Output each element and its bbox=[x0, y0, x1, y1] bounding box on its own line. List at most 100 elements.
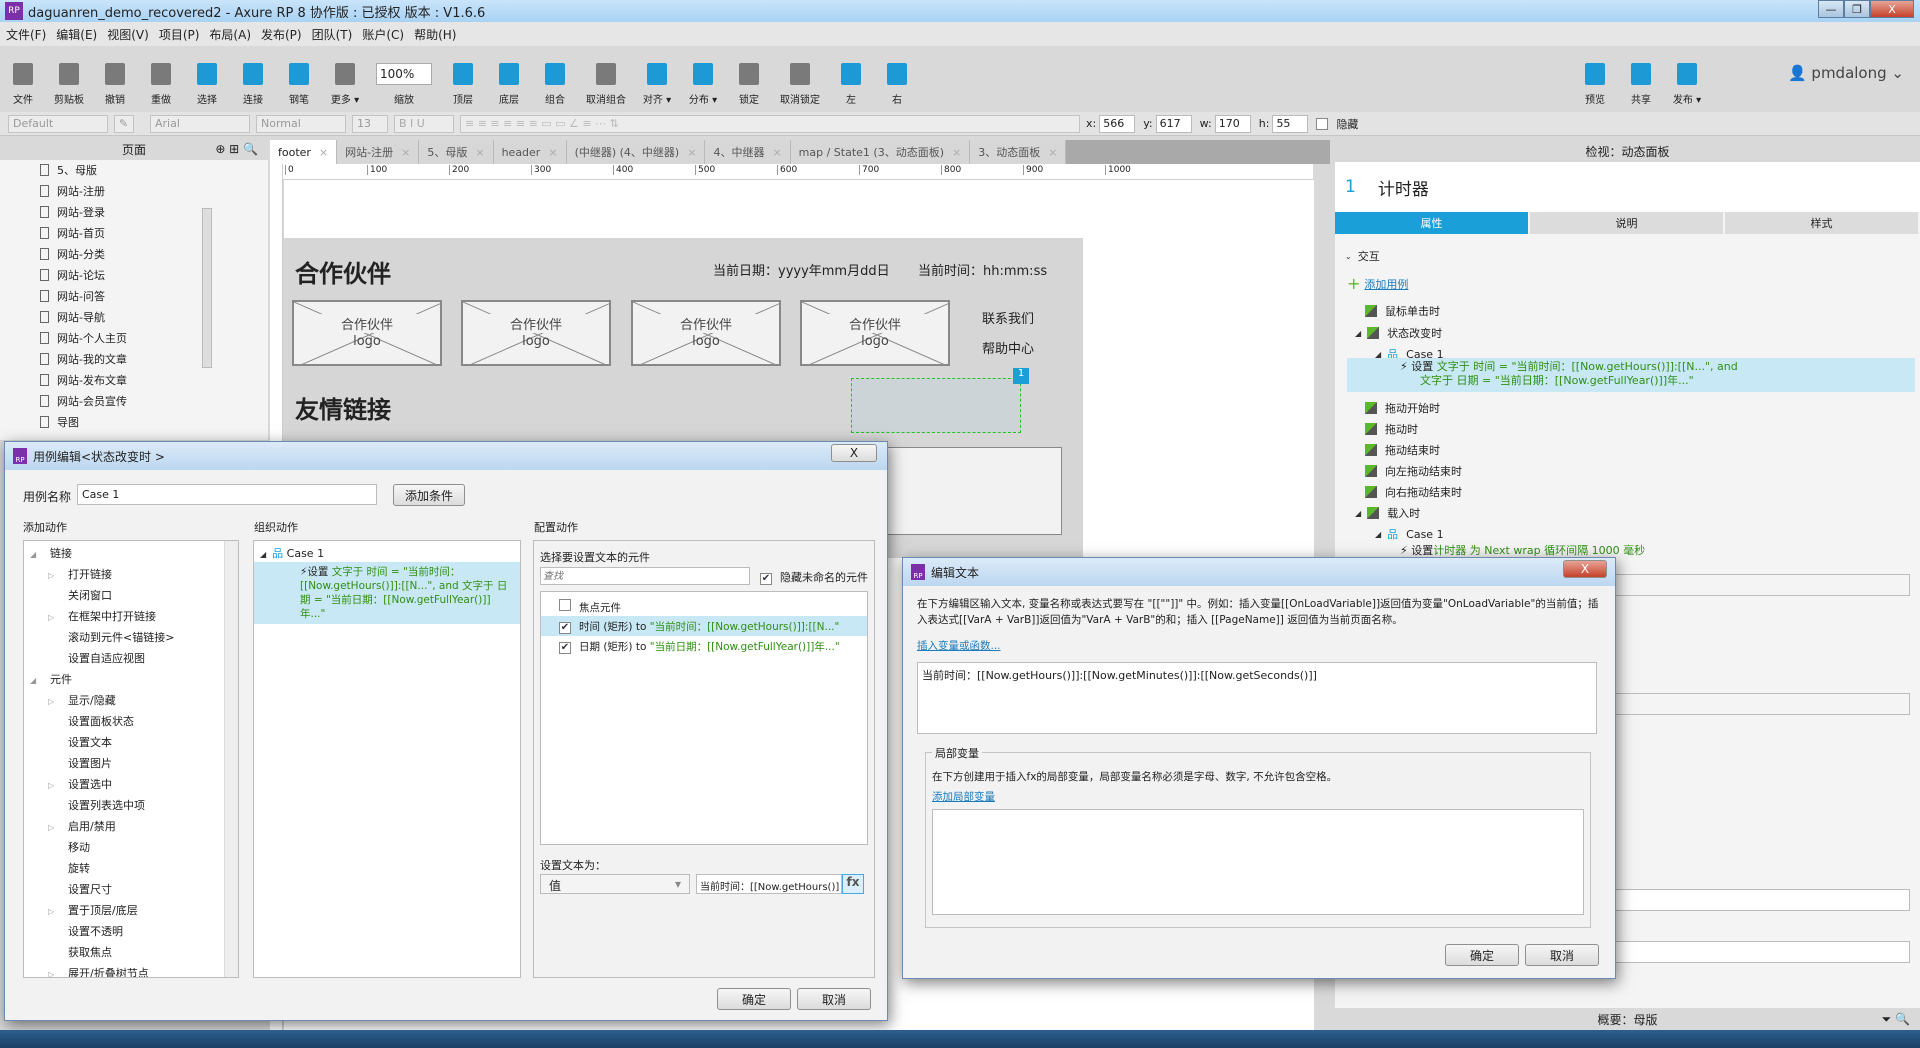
widget-name-row[interactable]: 1 计时器 bbox=[1335, 162, 1920, 212]
widget-item[interactable]: ✔ 日期 (矩形) to "当前日期：[[Now.getFullYear()]]年… bbox=[541, 636, 867, 656]
image-placeholder[interactable] bbox=[870, 447, 1062, 535]
insert-variable-link[interactable]: 插入变量或函数... bbox=[917, 638, 1001, 653]
font-weight-select[interactable]: Normal bbox=[256, 114, 346, 133]
style-select[interactable]: Default bbox=[8, 114, 108, 133]
hidden-checkbox[interactable] bbox=[1316, 117, 1329, 130]
page-item[interactable]: 5、母版 bbox=[40, 162, 97, 178]
action-tree-item[interactable]: 设置图片 bbox=[48, 755, 112, 771]
toolbar-button[interactable]: 发布 ▾ bbox=[1672, 63, 1702, 106]
action-set-panel[interactable]: ⚡ 设置 计时器 为 Next wrap 循环间隔 1000 毫秒 bbox=[1400, 542, 1645, 558]
zoom-select[interactable]: 100% bbox=[376, 63, 432, 85]
action-tree-item[interactable]: 移动 bbox=[48, 839, 90, 855]
action-tree-item[interactable]: 设置列表选中项 bbox=[48, 797, 145, 813]
close-tab-icon[interactable]: × bbox=[401, 146, 410, 159]
close-tab-icon[interactable]: × bbox=[1048, 146, 1057, 159]
partner-logo-placeholder[interactable]: 合作伙伴 logo bbox=[292, 300, 442, 366]
inspector-tab[interactable]: 样式 bbox=[1725, 212, 1918, 234]
action-tree-item[interactable]: ◢ 元件 bbox=[30, 671, 72, 687]
y-input[interactable]: 617 bbox=[1155, 114, 1192, 133]
event-item[interactable]: ◢ 载入时 bbox=[1355, 505, 1420, 521]
widget-item[interactable]: 焦点元件 bbox=[541, 596, 867, 616]
toolbar-button[interactable]: 预览 bbox=[1580, 63, 1610, 106]
page-tab[interactable]: header × bbox=[493, 140, 567, 164]
action-tree-item[interactable]: 关闭窗口 bbox=[48, 587, 112, 603]
page-tab[interactable]: 3、动态面板 × bbox=[970, 140, 1067, 164]
user-account[interactable]: 👤 pmdalong ⌄ bbox=[1788, 64, 1904, 82]
toolbar-button[interactable]: 钢笔 bbox=[284, 63, 314, 106]
action-tree-item[interactable]: ▷ 置于顶层/底层 bbox=[48, 902, 138, 918]
menu-item[interactable]: 帮助(H) bbox=[414, 26, 456, 43]
menu-item[interactable]: 布局(A) bbox=[209, 26, 251, 43]
expand-icon[interactable]: ▷ bbox=[48, 613, 62, 622]
page-tab[interactable]: 5、母版 × bbox=[419, 140, 494, 164]
filter-search-icons[interactable]: ⏷ 🔍 bbox=[1882, 1012, 1910, 1027]
w-input[interactable]: 170 bbox=[1214, 114, 1251, 133]
event-item[interactable]: 向左拖动结束时 bbox=[1365, 463, 1462, 479]
toolbar-button[interactable]: 取消锁定 bbox=[780, 63, 820, 106]
widget-item[interactable]: ✔ 时间 (矩形) to "当前时间：[[Now.getHours()]]:[[N… bbox=[541, 616, 867, 636]
widget-checkbox[interactable] bbox=[559, 599, 571, 611]
partners-title[interactable]: 合作伙伴 bbox=[295, 254, 391, 289]
close-tab-icon[interactable]: × bbox=[319, 146, 328, 159]
event-item[interactable]: 拖动开始时 bbox=[1365, 400, 1440, 416]
alignment-tools[interactable]: ≡ ≡ ≡ ≡ ≡ ≡ ▭ ▭ ∠ ≡ ⋯ ⇅ bbox=[460, 114, 1080, 133]
menu-item[interactable]: 团队(T) bbox=[312, 26, 353, 43]
widget-checkbox[interactable]: ✔ bbox=[559, 622, 571, 634]
page-item[interactable]: 网站-注册 bbox=[40, 183, 105, 199]
toolbar-button[interactable]: 对齐 ▾ bbox=[642, 63, 672, 106]
property-dropdown[interactable] bbox=[1575, 574, 1910, 596]
page-tab[interactable]: map / State1 (3、动态面板) × bbox=[790, 140, 971, 164]
help-link[interactable]: 帮助中心 bbox=[982, 338, 1034, 357]
widget-name[interactable]: 计时器 bbox=[1378, 175, 1429, 200]
toolbar-button[interactable]: 组合 bbox=[540, 63, 570, 106]
expand-icon[interactable]: ▷ bbox=[48, 970, 62, 977]
page-tab[interactable]: footer × bbox=[270, 140, 338, 164]
widget-checkbox[interactable]: ✔ bbox=[559, 642, 571, 654]
minimize-button[interactable]: — bbox=[1818, 0, 1844, 18]
action-tree-item[interactable]: 设置自适应视图 bbox=[48, 650, 145, 666]
hide-unnamed-checkbox[interactable]: ✔ 隐藏未命名的元件 bbox=[760, 569, 868, 585]
toolbar-button[interactable]: 剪贴板 bbox=[54, 63, 84, 106]
close-tab-icon[interactable]: × bbox=[548, 146, 557, 159]
page-tab[interactable]: 网站-注册 × bbox=[337, 140, 420, 164]
page-item[interactable]: 网站-个人主页 bbox=[40, 330, 127, 346]
inspector-tab[interactable]: 属性 bbox=[1335, 212, 1528, 234]
action-tree-item[interactable]: ▷ 在框架中打开链接 bbox=[48, 608, 156, 624]
timer-dynamic-panel[interactable] bbox=[851, 378, 1021, 433]
toolbar-button[interactable]: 撤销 bbox=[100, 63, 130, 106]
page-item[interactable]: 网站-论坛 bbox=[40, 267, 105, 283]
organized-action[interactable]: ⚡设置 文字于 时间 = "当前时间：[[Now.getHours()]]:[[… bbox=[254, 562, 520, 624]
expand-icon[interactable]: ▷ bbox=[48, 781, 62, 790]
collapse-icon[interactable]: ◢ bbox=[30, 676, 44, 685]
expand-icon[interactable]: ◢ bbox=[1355, 329, 1361, 338]
ok-button[interactable]: 确定 bbox=[1445, 944, 1519, 966]
page-item[interactable]: 网站-首页 bbox=[40, 225, 105, 241]
menu-item[interactable]: 发布(P) bbox=[261, 26, 302, 43]
partner-logo-placeholder[interactable]: 合作伙伴 logo bbox=[800, 300, 950, 366]
close-tab-icon[interactable]: × bbox=[772, 146, 781, 159]
page-item[interactable]: 导图 bbox=[40, 414, 79, 430]
font-size-select[interactable]: 13 bbox=[352, 114, 388, 133]
toolbar-button[interactable]: 重做 bbox=[146, 63, 176, 106]
page-item[interactable]: 网站-分类 bbox=[40, 246, 105, 262]
restore-button[interactable]: ❐ bbox=[1844, 0, 1870, 18]
page-item[interactable]: 网站-问答 bbox=[40, 288, 105, 304]
toolbar-button[interactable]: 锁定 bbox=[734, 63, 764, 106]
case-node[interactable]: ◢ 品 Case 1 bbox=[260, 545, 324, 561]
close-tab-icon[interactable]: × bbox=[687, 146, 696, 159]
action-tree-item[interactable]: ▷ 打开链接 bbox=[48, 566, 112, 582]
expand-icon[interactable]: ▷ bbox=[48, 571, 62, 580]
expand-icon[interactable]: ◢ bbox=[1355, 509, 1361, 518]
collapse-icon[interactable]: ◢ bbox=[30, 550, 44, 559]
set-text-value-input[interactable]: 当前时间：[[Now.getHours()] bbox=[696, 874, 842, 894]
action-tree-item[interactable]: 设置不透明 bbox=[48, 923, 123, 939]
menu-item[interactable]: 编辑(E) bbox=[56, 26, 97, 43]
inspector-tab[interactable]: 说明 bbox=[1530, 212, 1723, 234]
toolbar-button[interactable]: 连接 bbox=[238, 63, 268, 106]
contact-link[interactable]: 联系我们 bbox=[982, 308, 1034, 327]
expand-icon[interactable]: ▷ bbox=[48, 697, 62, 706]
style-edit-icon[interactable]: ✎ bbox=[114, 114, 134, 133]
font-select[interactable]: Arial bbox=[150, 114, 250, 133]
event-item[interactable]: ◢ 状态改变时 bbox=[1355, 325, 1442, 341]
property-input[interactable] bbox=[1575, 941, 1910, 963]
